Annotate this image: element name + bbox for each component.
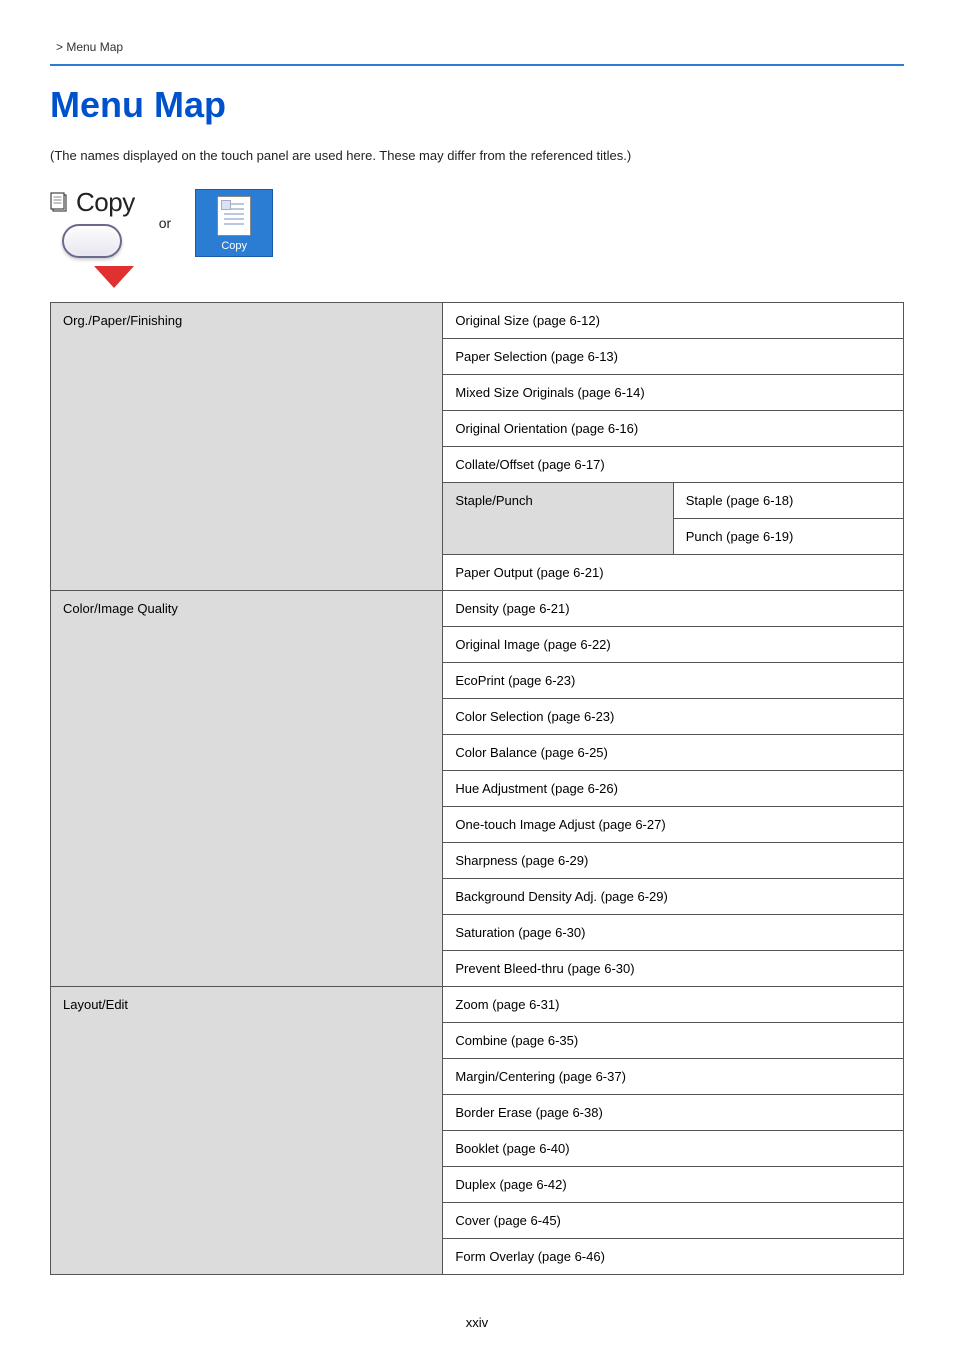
menu-item[interactable]: Mixed Size Originals (page 6-14) xyxy=(443,375,904,411)
category-cell: Layout/Edit xyxy=(51,987,443,1275)
menu-item[interactable]: Cover (page 6-45) xyxy=(443,1203,904,1239)
menu-item[interactable]: Border Erase (page 6-38) xyxy=(443,1095,904,1131)
menu-item[interactable]: EcoPrint (page 6-23) xyxy=(443,663,904,699)
menu-item[interactable]: Color Selection (page 6-23) xyxy=(443,699,904,735)
menu-item[interactable]: Booklet (page 6-40) xyxy=(443,1131,904,1167)
menu-item[interactable]: Original Orientation (page 6-16) xyxy=(443,411,904,447)
menu-item[interactable]: Combine (page 6-35) xyxy=(443,1023,904,1059)
menu-item[interactable]: One-touch Image Adjust (page 6-27) xyxy=(443,807,904,843)
arrow-down-icon xyxy=(94,266,134,288)
category-cell: Color/Image Quality xyxy=(51,591,443,987)
intro-text: (The names displayed on the touch panel … xyxy=(50,148,904,163)
page-title: Menu Map xyxy=(50,84,904,126)
page-number: xxiv xyxy=(50,1315,904,1330)
menu-item[interactable]: Sharpness (page 6-29) xyxy=(443,843,904,879)
menu-item[interactable]: Paper Selection (page 6-13) xyxy=(443,339,904,375)
copy-touchpanel-button[interactable]: Copy xyxy=(195,189,273,257)
category-cell: Org./Paper/Finishing xyxy=(51,303,443,591)
menu-item[interactable]: Original Size (page 6-12) xyxy=(443,303,904,339)
menu-item[interactable]: Density (page 6-21) xyxy=(443,591,904,627)
copy-hardware-button[interactable] xyxy=(62,224,122,258)
copy-touchpanel-label: Copy xyxy=(221,240,247,252)
menu-item[interactable]: Background Density Adj. (page 6-29) xyxy=(443,879,904,915)
menu-item[interactable]: Color Balance (page 6-25) xyxy=(443,735,904,771)
menu-item: Staple/Punch xyxy=(443,483,673,555)
menu-item[interactable]: Original Image (page 6-22) xyxy=(443,627,904,663)
menu-item[interactable]: Paper Output (page 6-21) xyxy=(443,555,904,591)
menu-item[interactable]: Margin/Centering (page 6-37) xyxy=(443,1059,904,1095)
divider xyxy=(50,64,904,66)
or-label: or xyxy=(159,215,171,231)
menu-table: Org./Paper/Finishing Original Size (page… xyxy=(50,302,904,1275)
menu-item[interactable]: Saturation (page 6-30) xyxy=(443,915,904,951)
paper-icon xyxy=(217,196,251,236)
menu-item[interactable]: Hue Adjustment (page 6-26) xyxy=(443,771,904,807)
menu-item[interactable]: Prevent Bleed-thru (page 6-30) xyxy=(443,951,904,987)
menu-item[interactable]: Duplex (page 6-42) xyxy=(443,1167,904,1203)
menu-item[interactable]: Staple (page 6-18) xyxy=(673,483,903,519)
breadcrumb: > Menu Map xyxy=(50,40,904,54)
hardware-copy-block: Copy xyxy=(50,187,135,258)
copy-controls-row: Copy or Copy xyxy=(50,187,904,258)
menu-item[interactable]: Zoom (page 6-31) xyxy=(443,987,904,1023)
menu-item[interactable]: Form Overlay (page 6-46) xyxy=(443,1239,904,1275)
menu-item[interactable]: Collate/Offset (page 6-17) xyxy=(443,447,904,483)
menu-item[interactable]: Punch (page 6-19) xyxy=(673,519,903,555)
copy-hardware-label: Copy xyxy=(76,187,135,218)
document-stack-icon xyxy=(50,192,70,214)
